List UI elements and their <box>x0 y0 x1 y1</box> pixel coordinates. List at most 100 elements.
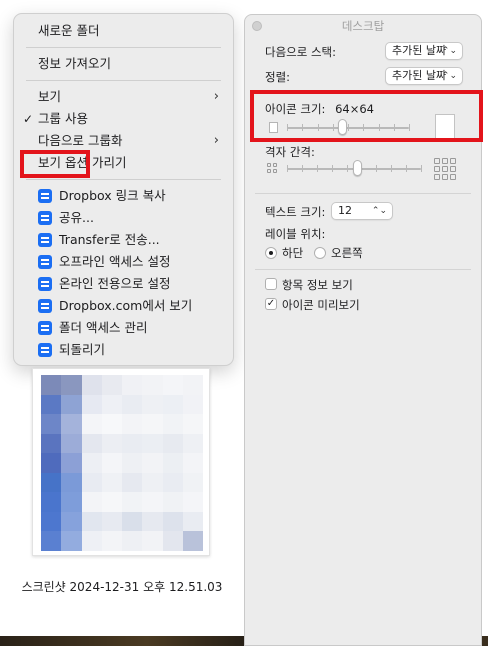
thumbnail-pixel <box>81 492 102 512</box>
menu-item-new-folder[interactable]: 새로운 폴더 <box>14 20 233 42</box>
chevron-right-icon: › <box>213 89 219 104</box>
menu-item-dropbox-offline[interactable]: 오프라인 액세스 설정 <box>14 251 233 273</box>
thumbnail-pixel <box>182 433 203 454</box>
divider <box>255 269 471 270</box>
thumbnail-pixel <box>142 375 163 395</box>
show-item-info-checkbox[interactable] <box>265 278 277 290</box>
thumbnail-pixel <box>142 453 163 473</box>
slider-tick <box>391 165 392 172</box>
sort-select[interactable]: 추가된 날짜 ⌃⌄ <box>385 67 463 85</box>
thumbnail-pixel <box>61 492 82 512</box>
menu-item-dropbox-revert[interactable]: 되돌리기 <box>14 339 233 361</box>
grid-spacing-label: 격자 간격: <box>265 145 315 159</box>
slider-tick <box>317 165 318 172</box>
thumbnail-pixel <box>162 453 183 473</box>
menu-item-dropbox-manage-access[interactable]: 폴더 액세스 관리 <box>14 317 233 339</box>
panel-titlebar: 데스크탑 <box>245 15 481 37</box>
stack-by-label: 다음으로 스택: <box>265 45 337 59</box>
thumbnail-pixel <box>41 453 62 473</box>
thumbnail-pixel <box>122 414 143 434</box>
menu-item-dropbox-view-web[interactable]: Dropbox.com에서 보기 <box>14 295 233 317</box>
thumbnail-pixel <box>142 531 163 551</box>
file-thumbnail[interactable] <box>32 368 210 556</box>
thumbnail-pixel <box>61 414 82 434</box>
thumbnail-pixel <box>41 394 62 415</box>
thumbnail-pixel <box>101 433 122 454</box>
thumbnail-pixel <box>182 511 203 532</box>
thumbnail-image <box>41 375 203 551</box>
text-size-select[interactable]: 12 ⌃⌄ <box>331 202 393 220</box>
menu-item-label: 다음으로 그룹화 <box>38 133 123 148</box>
thumbnail-pixel <box>81 511 102 532</box>
thumbnail-pixel <box>122 511 143 532</box>
menu-item-label: 그룹 사용 <box>38 111 88 126</box>
thumbnail-pixel <box>182 453 203 473</box>
thumbnail-pixel <box>101 394 122 415</box>
thumbnail-pixel <box>182 394 203 415</box>
thumbnail-pixel <box>41 414 62 434</box>
thumbnail-pixel <box>41 472 62 493</box>
thumbnail-pixel <box>101 414 122 434</box>
menu-item-dropbox-transfer[interactable]: Transfer로 전송... <box>14 229 233 251</box>
menu-item-group-by[interactable]: 다음으로 그룹화 › <box>14 130 233 152</box>
menu-item-label: 되돌리기 <box>59 342 106 357</box>
thumbnail-pixel <box>81 414 102 434</box>
text-size-label: 텍스트 크기: <box>265 205 326 219</box>
thumbnail-pixel <box>122 394 143 415</box>
thumbnail-pixel <box>61 375 82 395</box>
thumbnail-pixel <box>122 472 143 493</box>
menu-item-label: Transfer로 전송... <box>59 232 160 247</box>
menu-item-dropbox-copy-link[interactable]: Dropbox 링크 복사 <box>14 185 233 207</box>
thumbnail-pixel <box>101 492 122 512</box>
show-icon-preview-label: 아이콘 미리보기 <box>282 298 360 312</box>
show-item-info-label: 항목 정보 보기 <box>282 278 353 292</box>
updown-chevron-icon: ⌃⌄ <box>441 71 457 81</box>
thumbnail-pixel <box>61 394 82 415</box>
menu-item-get-info[interactable]: 정보 가져오기 <box>14 53 233 75</box>
menu-separator <box>26 47 221 48</box>
file-name[interactable]: 스크린샷 2024-12-31 오후 12.51.03 <box>0 578 244 595</box>
thumbnail-pixel <box>162 433 183 454</box>
dropbox-icon <box>38 343 52 357</box>
thumbnail-pixel <box>162 414 183 434</box>
large-grid-icon <box>434 158 456 180</box>
show-icon-preview-checkbox[interactable]: ✓ <box>265 298 277 310</box>
stack-by-value: 추가된 날짜 <box>392 44 447 57</box>
menu-item-use-groups[interactable]: ✓ 그룹 사용 <box>14 108 233 130</box>
thumbnail-pixel <box>101 375 122 395</box>
thumbnail-pixel <box>41 375 62 395</box>
label-position-bottom-radio[interactable] <box>265 247 277 259</box>
updown-chevron-icon: ⌃⌄ <box>371 206 387 216</box>
context-menu: 새로운 폴더 정보 가져오기 보기 › ✓ 그룹 사용 다음으로 그룹화 › 보… <box>13 13 234 366</box>
menu-item-dropbox-share[interactable]: 공유... <box>14 207 233 229</box>
thumbnail-pixel <box>122 492 143 512</box>
thumbnail-pixel <box>101 472 122 493</box>
thumbnail-pixel <box>162 531 183 551</box>
thumbnail-pixel <box>122 433 143 454</box>
thumbnail-pixel <box>81 531 102 551</box>
grid-spacing-slider-knob[interactable] <box>353 160 362 176</box>
checkmark-icon: ✓ <box>23 112 34 126</box>
thumbnail-pixel <box>162 375 183 395</box>
menu-item-view[interactable]: 보기 › <box>14 86 233 108</box>
label-position-right-radio[interactable] <box>314 247 326 259</box>
thumbnail-pixel <box>182 531 203 551</box>
dropbox-icon <box>38 321 52 335</box>
stack-by-select[interactable]: 추가된 날짜 ⌃⌄ <box>385 42 463 60</box>
thumbnail-pixel <box>142 414 163 434</box>
thumbnail-pixel <box>142 511 163 532</box>
dropbox-icon <box>38 233 52 247</box>
dropbox-icon <box>38 277 52 291</box>
menu-item-label: 오프라인 액세스 설정 <box>59 254 171 269</box>
thumbnail-pixel <box>61 433 82 454</box>
slider-tick <box>376 165 377 172</box>
chevron-right-icon: › <box>213 133 219 148</box>
thumbnail-pixel <box>162 394 183 415</box>
thumbnail-pixel <box>61 511 82 532</box>
thumbnail-pixel <box>61 472 82 493</box>
close-icon[interactable] <box>252 21 262 31</box>
menu-item-label: 정보 가져오기 <box>38 56 111 71</box>
thumbnail-pixel <box>101 531 122 551</box>
dropbox-icon <box>38 299 52 313</box>
menu-item-dropbox-online-only[interactable]: 온라인 전용으로 설정 <box>14 273 233 295</box>
